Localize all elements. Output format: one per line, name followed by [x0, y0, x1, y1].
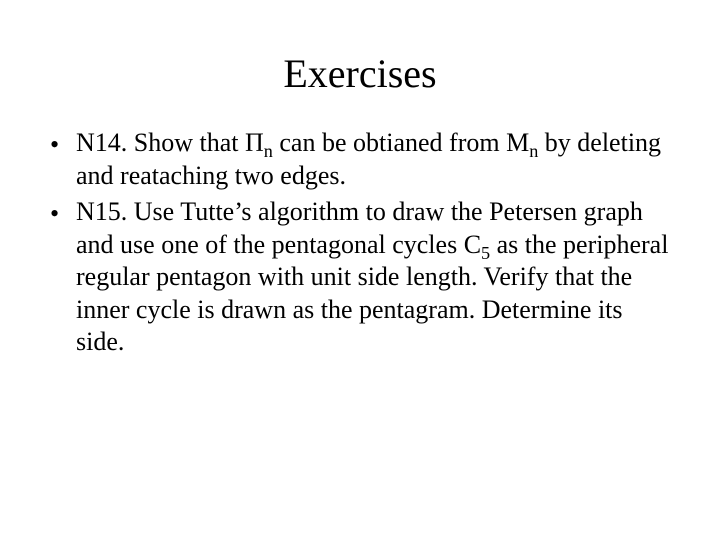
bullet-item: • N14. Show that Πn can be obtianed from…	[50, 127, 670, 192]
bullet-dot: •	[50, 127, 76, 162]
text-fragment: can be obtianed from	[273, 128, 506, 157]
bullet-dot: •	[50, 196, 76, 231]
subscript-5: 5	[481, 243, 490, 263]
m-symbol: M	[506, 128, 529, 157]
bullet-text: N15. Use Tutte’s algorithm to draw the P…	[76, 196, 670, 359]
subscript-n: n	[529, 141, 538, 161]
exercise-number: N14.	[76, 128, 127, 157]
text-fragment: Show that	[127, 128, 245, 157]
pi-symbol: Π	[245, 128, 264, 157]
subscript-n: n	[264, 141, 273, 161]
bullet-text: N14. Show that Πn can be obtianed from M…	[76, 127, 670, 192]
slide-body: • N14. Show that Πn can be obtianed from…	[50, 127, 670, 359]
slide: Exercises • N14. Show that Πn can be obt…	[0, 0, 720, 540]
slide-title: Exercises	[50, 50, 670, 97]
bullet-item: • N15. Use Tutte’s algorithm to draw the…	[50, 196, 670, 359]
exercise-number: N15.	[76, 197, 127, 226]
